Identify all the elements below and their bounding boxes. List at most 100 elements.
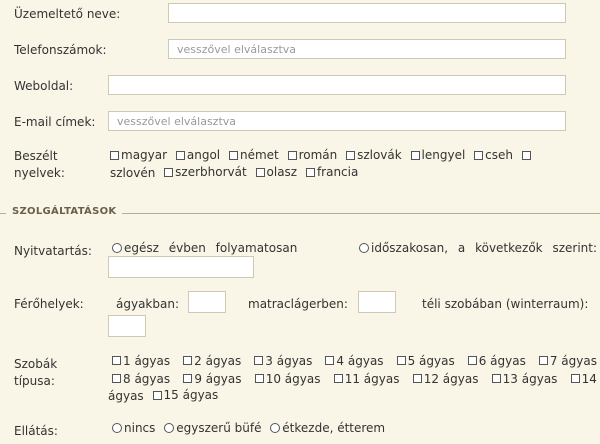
lang-label: román (298, 148, 338, 162)
catering-option-label: nincs (124, 421, 156, 435)
opening-option-label: időszakosan, a következők szerint: (371, 241, 597, 255)
catering-option-label: egyszerű büfé (176, 421, 262, 435)
lang-label: magyar (121, 148, 168, 162)
checkbox[interactable] (110, 150, 119, 160)
room-option-12[interactable]: 12 ágyas (412, 372, 478, 386)
room-label: 5 ágyas (407, 353, 455, 368)
checkbox[interactable] (287, 150, 297, 160)
checkbox[interactable] (152, 390, 162, 400)
radio-button[interactable] (112, 243, 122, 253)
opening-option-year-round[interactable]: egész évben folyamatosan (112, 241, 297, 255)
opening-period-input[interactable] (108, 256, 254, 278)
phones-input[interactable]: vesszővel elválasztva (168, 39, 566, 59)
room-option-15[interactable]: 15 ágyas (152, 388, 219, 402)
places-winter-input[interactable] (108, 315, 146, 337)
lang-label: szerbhorvát (175, 165, 247, 179)
phones-label: Telefonszámok: (14, 43, 107, 57)
checkbox[interactable] (521, 150, 531, 160)
radio-button[interactable] (359, 243, 370, 253)
radio-button[interactable] (164, 423, 175, 433)
checkbox[interactable] (325, 356, 335, 365)
lang-option-roman[interactable]: román (287, 148, 338, 162)
checkbox[interactable] (346, 150, 356, 160)
lang-option-olasz[interactable]: olasz (255, 165, 298, 179)
places-beds-input[interactable] (188, 291, 226, 313)
checkbox[interactable] (112, 356, 121, 365)
checkbox[interactable] (491, 374, 501, 383)
catering-option-restaurant[interactable]: étkezde, étterem (270, 421, 385, 435)
room-option-14[interactable]: 14 (570, 372, 597, 386)
website-label: Weboldal: (14, 79, 74, 93)
checkbox[interactable] (183, 374, 193, 383)
opening-option-seasonal[interactable]: időszakosan, a következők szerint: (359, 241, 597, 255)
checkbox[interactable] (474, 150, 484, 160)
lang-option-lengyel[interactable]: lengyel (410, 148, 465, 162)
lang-option-francia[interactable]: francia (305, 165, 358, 179)
lang-label: olasz (266, 165, 298, 179)
rooms-options-row2: 8 ágyas 9 ágyas 10 ágyas 11 ágyas 12 ágy… (112, 370, 597, 387)
room-option-2[interactable]: 2 ágyas (183, 354, 241, 368)
website-input[interactable] (108, 75, 566, 95)
places-winter-label: téli szobában (winterraum): (422, 297, 589, 311)
checkbox[interactable] (305, 167, 315, 177)
checkbox[interactable] (164, 167, 174, 177)
checkbox[interactable] (183, 356, 193, 365)
languages-label: Beszélt nyelvek: (14, 148, 65, 182)
radio-button[interactable] (112, 423, 122, 433)
checkbox[interactable] (467, 356, 477, 365)
checkbox[interactable] (255, 167, 265, 177)
checkbox[interactable] (396, 356, 406, 365)
room-option-5[interactable]: 5 ágyas (396, 353, 455, 368)
catering-label: Ellátás: (14, 424, 58, 438)
checkbox[interactable] (412, 374, 422, 383)
checkbox[interactable] (254, 356, 264, 365)
room-option-13[interactable]: 13 ágyas (491, 372, 557, 386)
room-option-9[interactable]: 9 ágyas (183, 372, 242, 386)
lang-option-szerbhorvat[interactable]: szerbhorvát (164, 165, 247, 179)
room-option-1[interactable]: 1 ágyas (112, 354, 170, 368)
checkbox[interactable] (112, 374, 121, 383)
room-label: 15 ágyas (163, 388, 219, 402)
room-option-4[interactable]: 4 ágyas (325, 354, 384, 368)
lang-label: német (239, 148, 279, 162)
lang-option-cut-off[interactable] (521, 150, 533, 160)
languages-label-line1: Beszélt (14, 149, 58, 163)
places-mattress-input[interactable] (358, 291, 396, 313)
room-option-8[interactable]: 8 ágyas (112, 372, 170, 386)
checkbox[interactable] (410, 150, 420, 160)
languages-options-row1: magyar angol német román szlovák lengyel… (110, 148, 538, 163)
lang-option-nemet[interactable]: német (228, 148, 279, 162)
lang-option-szlovak[interactable]: szlovák (346, 148, 402, 162)
lang-label: angol (186, 148, 221, 162)
room-label: 11 ágyas (344, 371, 400, 386)
room-option-10[interactable]: 10 ágyas (254, 371, 321, 386)
checkbox[interactable] (228, 150, 238, 160)
section-title: SZOLGÁLTATÁSOK (6, 206, 123, 217)
catering-option-buffet[interactable]: egyszerű büfé (164, 421, 261, 435)
lang-label: cseh (485, 148, 513, 162)
operator-name-input[interactable] (168, 3, 566, 23)
lang-option-szloven[interactable]: szlovén (110, 166, 155, 180)
checkbox[interactable] (333, 374, 343, 383)
lang-option-magyar[interactable]: magyar (110, 148, 167, 162)
room-option-7[interactable]: 7 ágyas (538, 354, 597, 368)
services-section-header: SZOLGÁLTATÁSOK (0, 205, 600, 221)
room-label: 10 ágyas (265, 371, 321, 386)
catering-option-none[interactable]: nincs (112, 421, 155, 435)
opening-option-label: egész évben folyamatosan (124, 241, 298, 255)
room-option-11[interactable]: 11 ágyas (333, 371, 400, 386)
checkbox[interactable] (570, 374, 580, 383)
places-beds-label: ágyakban: (116, 297, 179, 311)
emails-input[interactable]: vesszővel elválasztva (108, 111, 566, 131)
emails-label: E-mail címek: (14, 115, 96, 129)
lang-option-angol[interactable]: angol (175, 148, 221, 162)
room-option-3[interactable]: 3 ágyas (254, 354, 312, 368)
rooms-label-line1: Szobák (14, 357, 58, 371)
rooms-options-row1: 1 ágyas 2 ágyas 3 ágyas 4 ágyas 5 ágyas … (112, 352, 597, 369)
lang-option-cseh[interactable]: cseh (474, 148, 513, 162)
radio-button[interactable] (270, 423, 281, 433)
room-option-6[interactable]: 6 ágyas (467, 354, 526, 368)
checkbox[interactable] (175, 150, 185, 160)
checkbox[interactable] (254, 374, 264, 383)
checkbox[interactable] (538, 356, 548, 365)
